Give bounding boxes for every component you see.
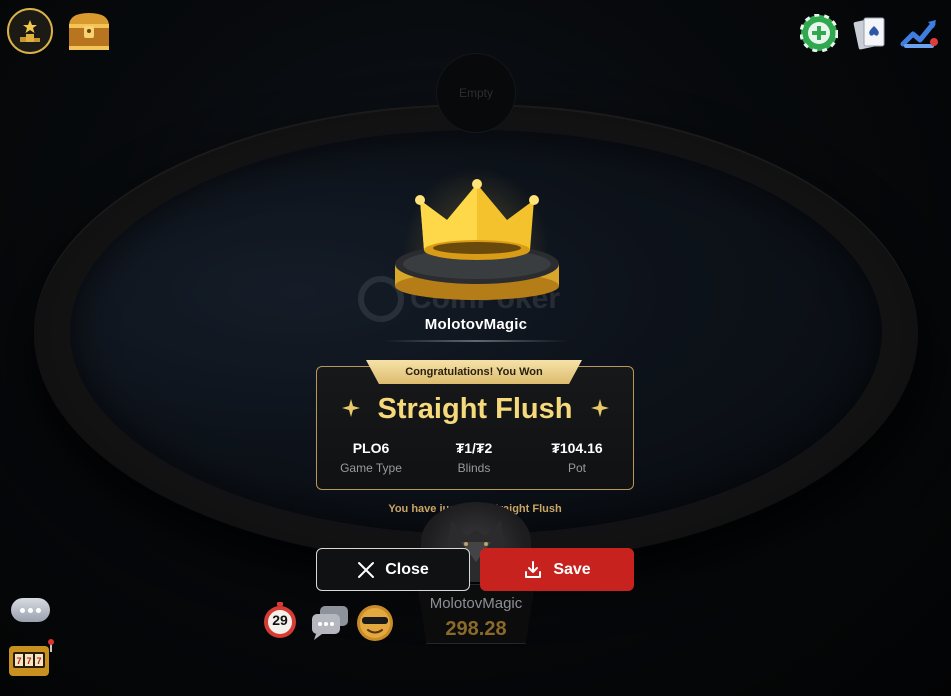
svg-text:7: 7	[26, 656, 31, 666]
player-name: MolotovMagic	[429, 595, 523, 612]
player-stack: 298.28	[445, 618, 507, 640]
stat-pot: ₮104.16 Pot	[527, 440, 627, 475]
stat-value: ₮1/₮2	[455, 440, 493, 456]
chat-icon[interactable]	[310, 604, 350, 640]
treasure-chest-icon[interactable]	[66, 10, 112, 52]
stat-label: Pot	[567, 461, 586, 475]
stat-label: Blinds	[457, 461, 491, 475]
stat-game-type: PLO6 Game Type	[321, 440, 421, 475]
save-button[interactable]: Save	[480, 548, 634, 591]
sparkle-icon	[591, 399, 609, 417]
crown-icon	[395, 179, 559, 300]
timer-value: 29	[272, 612, 288, 628]
cards-icon[interactable]	[852, 14, 890, 52]
chat-bubble-icon[interactable]	[11, 598, 50, 622]
svg-text:7: 7	[36, 656, 41, 666]
slot-machine-icon[interactable]: 7 7 7	[7, 638, 57, 678]
stat-value: ₮104.16	[551, 440, 603, 456]
add-chips-icon[interactable]	[800, 14, 838, 52]
leaderboard-trophy-icon[interactable]	[7, 8, 53, 54]
download-icon	[525, 560, 542, 578]
save-button-label: Save	[553, 560, 591, 578]
congrats-text: Congratulations! You Won	[405, 366, 543, 378]
divider	[384, 340, 568, 342]
hand-name: Straight Flush	[377, 393, 573, 425]
close-icon	[358, 561, 375, 578]
stat-label: Game Type	[340, 461, 402, 475]
emoji-icon[interactable]	[356, 604, 394, 642]
congrats-banner: Congratulations! You Won	[366, 360, 582, 384]
stat-value: PLO6	[352, 440, 390, 456]
poker-table-screen: Empty CoinPoker	[0, 0, 951, 696]
close-button[interactable]: Close	[316, 548, 470, 591]
stat-blinds: ₮1/₮2 Blinds	[424, 440, 524, 475]
stats-chart-icon[interactable]	[900, 14, 938, 52]
svg-text:7: 7	[16, 656, 21, 666]
close-button-label: Close	[385, 560, 429, 578]
winner-name: MolotovMagic	[424, 316, 528, 333]
